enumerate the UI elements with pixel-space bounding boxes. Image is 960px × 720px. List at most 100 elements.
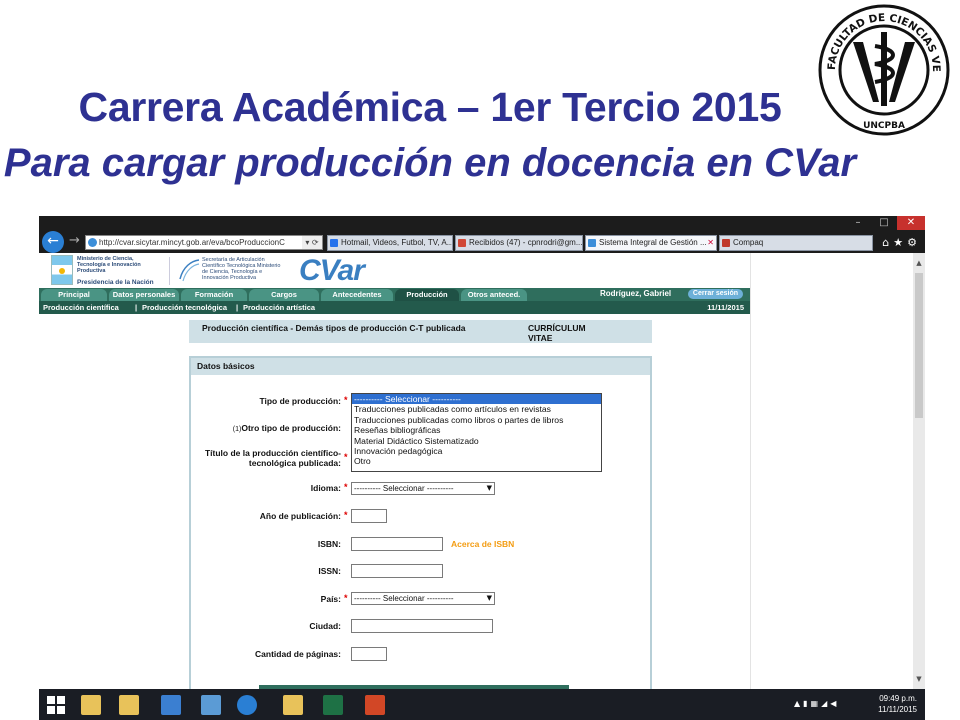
- windows-start-icon[interactable]: [47, 696, 65, 714]
- otro-tipo-text: Otro tipo de producción:: [241, 423, 341, 433]
- idioma-select-value: ---------- Seleccionar ----------: [354, 484, 454, 493]
- subnav-produccion-artistica[interactable]: Producción artística: [243, 301, 315, 314]
- form-title: Producción científica - Demás tipos de p…: [202, 323, 466, 333]
- required-mark: *: [344, 452, 348, 462]
- cvar-logo: CVar: [299, 254, 365, 287]
- form-title-bar: Producción científica - Demás tipos de p…: [189, 320, 652, 343]
- secretaria-text: Secretaría de Articulación Científico Te…: [202, 257, 281, 281]
- side-panel: [750, 253, 913, 689]
- documents-icon[interactable]: [119, 695, 139, 715]
- taskbar-clock[interactable]: 09:49 p.m. 11/11/2015: [878, 693, 917, 715]
- network-icon[interactable]: [161, 695, 181, 715]
- window-controls: – □ ✕: [845, 216, 925, 230]
- ciudad-input[interactable]: [351, 619, 493, 633]
- tab-label: Recibidos (47) - cpnrodri@gm...: [469, 238, 583, 247]
- folder-icon[interactable]: [283, 695, 303, 715]
- logout-button[interactable]: Cerrar sesión: [688, 289, 743, 299]
- main-nav: Principal Datos personales Formación Car…: [39, 288, 750, 301]
- paginas-input[interactable]: [351, 647, 387, 661]
- section-title: Datos básicos: [197, 361, 255, 371]
- clock-date: 11/11/2015: [878, 705, 917, 714]
- remote-icon[interactable]: [201, 695, 221, 715]
- paginas-label: Cantidad de páginas:: [255, 649, 341, 659]
- titulo-label: Título de la producción científico-tecno…: [204, 448, 341, 468]
- page-scrollbar[interactable]: ▲ ▼: [913, 253, 925, 689]
- slide-subtitle: Para cargar producción en docencia en CV…: [3, 141, 857, 185]
- tab-formacion[interactable]: Formación: [181, 289, 247, 301]
- excel-icon[interactable]: [323, 695, 343, 715]
- back-arrow-icon[interactable]: ←: [42, 231, 64, 253]
- user-name: Rodríguez, Gabriel: [600, 289, 672, 298]
- tipo-option[interactable]: Otro: [352, 456, 601, 466]
- minimize-icon[interactable]: –: [845, 216, 871, 230]
- compaq-icon: [722, 239, 730, 247]
- tab-otros-anteced[interactable]: Otros anteced.: [461, 289, 527, 301]
- maximize-icon[interactable]: □: [871, 216, 897, 230]
- tab-datos-personales[interactable]: Datos personales: [109, 289, 179, 301]
- tipo-produccion-listbox[interactable]: ---------- Seleccionar ---------- Traduc…: [351, 393, 602, 472]
- required-mark: *: [344, 482, 348, 492]
- slide: FACULTAD DE CIENCIAS VETERINARIAS UNCPBA…: [0, 0, 960, 720]
- header-divider: [169, 257, 170, 285]
- section-header: Datos básicos: [191, 358, 650, 375]
- address-bar[interactable]: http://cvar.sicytar.mincyt.gob.ar/eva/bc…: [85, 235, 323, 250]
- chevron-down-icon: ▼: [486, 594, 492, 602]
- ministry-text: Ministerio de Ciencia, Tecnología e Inno…: [77, 256, 141, 274]
- scrollbar-thumb[interactable]: [915, 273, 923, 418]
- tab-principal[interactable]: Principal: [41, 289, 107, 301]
- curriculum-label: CURRÍCULUM VITAE: [528, 323, 586, 343]
- isbn-info-link[interactable]: Acerca de ISBN: [451, 539, 514, 549]
- subnav-divider: |: [135, 303, 138, 312]
- tipo-option[interactable]: Traducciones publicadas como libros o pa…: [352, 415, 601, 425]
- tipo-option[interactable]: Reseñas bibliográficas: [352, 425, 601, 435]
- scroll-down-icon[interactable]: ▼: [913, 673, 925, 685]
- subnav-produccion-cientifica[interactable]: Producción científica: [43, 301, 119, 314]
- current-date: 11/11/2015: [707, 303, 744, 312]
- scroll-up-icon[interactable]: ▲: [913, 257, 925, 269]
- isbn-input[interactable]: [351, 537, 443, 551]
- forward-arrow-icon[interactable]: →: [69, 233, 80, 248]
- anio-label: Año de publicación:: [259, 511, 341, 521]
- idioma-label: Idioma:: [310, 483, 341, 493]
- argentina-flag-icon: [51, 255, 73, 285]
- web-page: Ministerio de Ciencia, Tecnología e Inno…: [39, 253, 750, 689]
- ie-icon: [88, 238, 97, 247]
- address-text: http://cvar.sicytar.mincyt.gob.ar/eva/bc…: [99, 238, 285, 247]
- tab-label: Sistema Integral de Gestión ...: [599, 238, 707, 247]
- tipo-option[interactable]: Material Didáctico Sistematizado: [352, 436, 601, 446]
- pais-label: País:: [320, 594, 341, 604]
- tab-produccion[interactable]: Producción: [395, 289, 459, 301]
- powerpoint-icon[interactable]: [365, 695, 385, 715]
- tipo-option[interactable]: ---------- Seleccionar ----------: [352, 394, 601, 405]
- tab-cargos[interactable]: Cargos: [249, 289, 319, 301]
- clock-time: 09:49 p.m.: [879, 694, 917, 703]
- required-mark: *: [344, 593, 348, 603]
- tab-antecedentes[interactable]: Antecedentes: [321, 289, 393, 301]
- subnav-divider: |: [236, 303, 239, 312]
- tipo-option[interactable]: Traducciones publicadas como artículos e…: [352, 404, 601, 414]
- tab-close-icon[interactable]: ✕: [707, 236, 714, 250]
- tab-label: Compaq: [733, 238, 764, 247]
- browser-toolbar-icons[interactable]: ⌂★⚙: [882, 236, 921, 249]
- anio-input[interactable]: [351, 509, 387, 523]
- subnav-produccion-tecnologica[interactable]: Producción tecnológica: [142, 301, 227, 314]
- system-tray-icons[interactable]: ▲▮▦◢◀: [794, 699, 839, 708]
- tab-gmail[interactable]: Recibidos (47) - cpnrodri@gm...: [455, 235, 583, 251]
- tipo-option[interactable]: Innovación pedagógica: [352, 446, 601, 456]
- file-explorer-icon[interactable]: [81, 695, 101, 715]
- refresh-icon[interactable]: ▾ ⟳: [302, 236, 322, 249]
- ie-icon[interactable]: [237, 695, 257, 715]
- idioma-select[interactable]: ---------- Seleccionar ---------- ▼: [351, 482, 495, 495]
- close-icon[interactable]: ✕: [897, 216, 925, 230]
- pais-select[interactable]: ---------- Seleccionar ---------- ▼: [351, 592, 495, 605]
- isbn-label: ISBN:: [317, 539, 341, 549]
- required-mark: *: [344, 510, 348, 520]
- issn-input[interactable]: [351, 564, 443, 578]
- tab-hotmail[interactable]: Hotmail, Videos, Futbol, TV, A...: [327, 235, 453, 251]
- tab-sistema-integral[interactable]: Sistema Integral de Gestión ... ✕: [585, 235, 717, 251]
- outlook-icon: [330, 239, 338, 247]
- presidency-text: Presidencia de la Nación: [77, 279, 154, 286]
- site-header: Ministerio de Ciencia, Tecnología e Inno…: [39, 253, 750, 288]
- ie-tab-icon: [588, 239, 596, 247]
- tab-compaq[interactable]: Compaq: [719, 235, 873, 251]
